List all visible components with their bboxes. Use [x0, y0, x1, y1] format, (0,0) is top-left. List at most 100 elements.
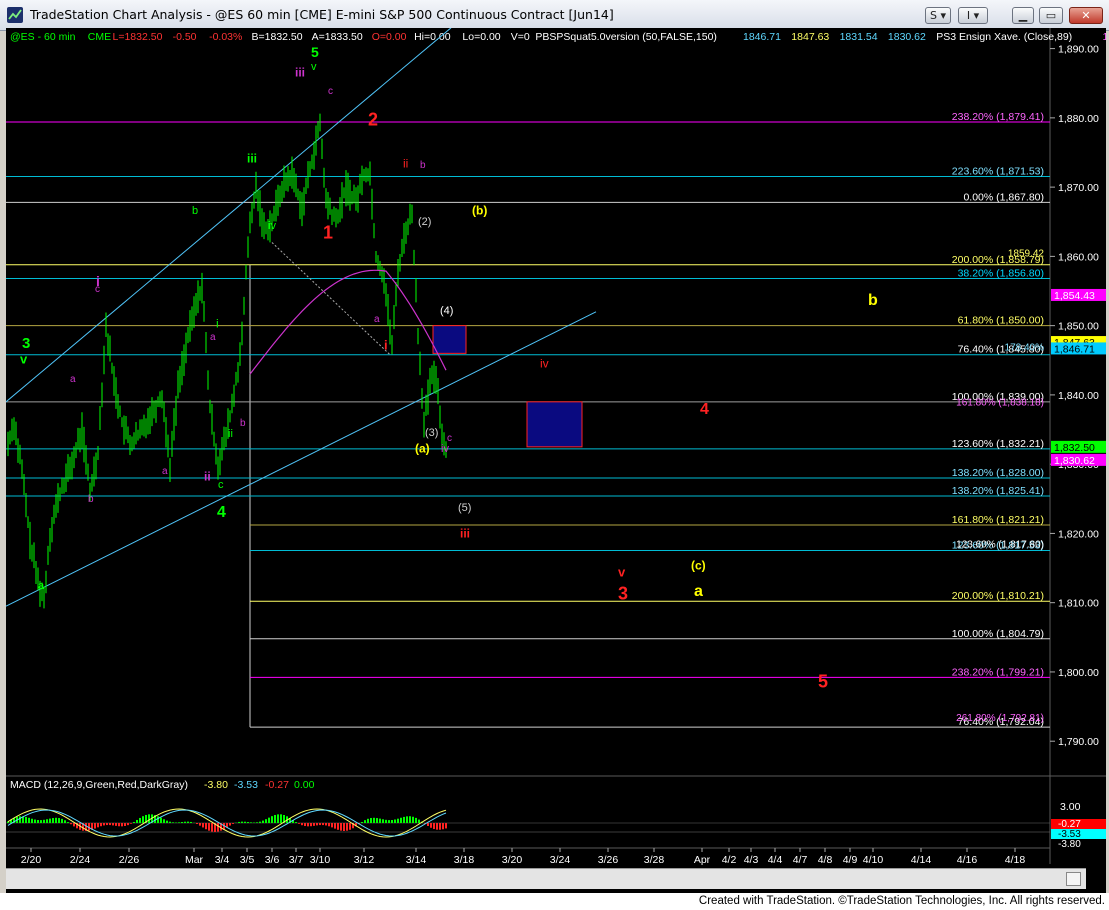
wave-label: c — [218, 479, 224, 491]
wave-label: c — [328, 86, 333, 97]
date-tick-label: 4/4 — [768, 854, 783, 866]
price-tick-label: 1,870.00 — [1058, 182, 1099, 194]
fib-overlap-label: 123.60% (1,817.80) — [956, 539, 1044, 550]
status-item-4: -0.03% — [209, 31, 242, 43]
wave-iv-target-box — [526, 401, 583, 448]
status-item-12: 1846.71 — [743, 31, 781, 43]
date-tick-label: 4/10 — [863, 854, 884, 866]
price-tick-label: 1,890.00 — [1058, 44, 1099, 56]
wave-label: a — [38, 580, 45, 592]
wave-label: b — [240, 418, 246, 429]
wave-label: 4 — [217, 504, 226, 521]
date-tick-label: 4/3 — [744, 854, 759, 866]
wave-label: ii — [204, 470, 211, 484]
wave-label: ii — [228, 428, 233, 440]
wave-label: a — [694, 583, 703, 600]
wave-label: v — [618, 564, 626, 579]
fib-level-label: 0.00% (1,867.80) — [963, 191, 1044, 203]
price-tick-label: 1,810.00 — [1058, 598, 1099, 610]
price-badge-label: 1,830.62 — [1054, 455, 1095, 467]
wave-label: (5) — [458, 502, 471, 514]
fib-level-label: 123.60% (1,832.21) — [952, 438, 1044, 450]
copyright-text: Created with TradeStation. ©TradeStation… — [698, 895, 1105, 907]
date-tick-label: 4/2 — [722, 854, 737, 866]
wave-label: v — [20, 351, 28, 366]
fib-level-label: 61.80% (1,850.00) — [958, 315, 1044, 327]
fib-level-label: 161.80% (1,821.21) — [952, 514, 1044, 526]
date-tick-label: 4/9 — [843, 854, 858, 866]
tradestation-app-icon — [7, 7, 23, 23]
date-tick-label: 3/5 — [240, 854, 255, 866]
wave-label: (4) — [440, 305, 453, 317]
wave-label: iii — [247, 152, 257, 166]
fib-overlap-label: 261.80% (1,792.81) — [956, 713, 1044, 724]
price-tick-label: 1,860.00 — [1058, 251, 1099, 263]
macd-value-2: -3.53 — [234, 779, 258, 791]
fib-level-label: 138.20% (1,825.41) — [952, 485, 1044, 497]
scrollbar-thumb[interactable] — [1066, 872, 1081, 886]
maximize-button[interactable]: ▭ — [1039, 7, 1063, 24]
wave-label: 2 — [368, 109, 378, 129]
wave-label: iv — [441, 443, 449, 455]
price-badge-label: 1,846.71 — [1054, 343, 1095, 355]
wave-4-target-box — [432, 325, 467, 354]
wave-label: i — [216, 317, 219, 331]
status-item-2: L=1832.50 — [113, 31, 163, 43]
date-tick-label: 4/18 — [1005, 854, 1026, 866]
horizontal-scrollbar[interactable] — [6, 868, 1086, 889]
wave-label: 5 — [818, 671, 828, 691]
wave-label: ii — [403, 157, 408, 171]
footer-bar: Created with TradeStation. ©TradeStation… — [0, 893, 1109, 910]
date-tick-label: 4/14 — [911, 854, 932, 866]
status-item-0: @ES - 60 min — [10, 31, 76, 43]
date-tick-label: 3/14 — [406, 854, 427, 866]
price-chart[interactable]: @ES - 60 min CME L=1832.50 -0.50 -0.03% B=183… — [6, 28, 1106, 868]
wave-label: i — [384, 337, 388, 352]
status-item-14: 1831.54 — [840, 31, 878, 43]
date-tick-label: 3/26 — [598, 854, 619, 866]
i-dropdown-button[interactable]: I ▾ — [958, 7, 988, 24]
s-button-label: S — [929, 9, 937, 22]
status-item-17: 1 — [1103, 31, 1107, 43]
macd-value-1: -3.80 — [204, 779, 228, 791]
status-item-13: 1847.63 — [791, 31, 829, 43]
fib-level-label: 223.60% (1,871.53) — [952, 166, 1044, 178]
wave-label: 1 — [323, 222, 333, 242]
wave-label: b — [420, 160, 426, 171]
price-badge-label: 1,854.43 — [1054, 290, 1095, 302]
window-title-bar: TradeStation Chart Analysis - @ES 60 min… — [0, 0, 1109, 31]
wave-label: 3 — [618, 583, 628, 603]
close-button[interactable]: ✕ — [1069, 7, 1103, 24]
fib-level-label: 100.00% (1,804.79) — [952, 628, 1044, 640]
wave-label: b — [88, 494, 94, 505]
date-tick-label: 3/24 — [550, 854, 571, 866]
date-tick-label: 3/6 — [265, 854, 280, 866]
date-tick-label: 3/18 — [454, 854, 475, 866]
s-dropdown-button[interactable]: S ▾ — [925, 7, 951, 24]
status-item-15: 1830.62 — [888, 31, 926, 43]
status-item-3: -0.50 — [173, 31, 197, 43]
status-item-16: PS3 Ensign Xave. (Close,89) — [936, 31, 1072, 43]
price-tick-label: 1,840.00 — [1058, 390, 1099, 402]
fib-overlap-label: 161.80% (1,838.18) — [956, 397, 1044, 408]
status-item-11: PBSPSquat5.0version (50,FALSE,150) — [535, 31, 717, 43]
date-tick-label: 3/12 — [354, 854, 375, 866]
date-tick-label: 2/24 — [70, 854, 91, 866]
wave-label: iii — [295, 66, 305, 80]
status-item-6: A=1833.50 — [312, 31, 363, 43]
wave-label: 5 — [311, 44, 319, 60]
macd-value-4: 0.00 — [294, 779, 315, 791]
macd-axis-tick: 3.00 — [1060, 801, 1081, 813]
minimize-button[interactable]: ▁ — [1012, 7, 1034, 24]
wave-label: iii — [460, 527, 470, 541]
wave-label: b — [192, 205, 198, 217]
fib-level-label: 200.00% (1,810.21) — [952, 590, 1044, 602]
date-tick-label: 3/4 — [215, 854, 230, 866]
date-tick-label: 4/16 — [957, 854, 978, 866]
date-tick-label: 2/20 — [21, 854, 42, 866]
chart-window[interactable]: @ES - 60 min CME L=1832.50 -0.50 -0.03% B=183… — [6, 28, 1106, 898]
status-item-7: O=0.00 — [372, 31, 407, 43]
wave-label: b — [868, 292, 878, 309]
date-tick-label: Apr — [694, 854, 711, 866]
price-tick-label: 1,800.00 — [1058, 667, 1099, 679]
